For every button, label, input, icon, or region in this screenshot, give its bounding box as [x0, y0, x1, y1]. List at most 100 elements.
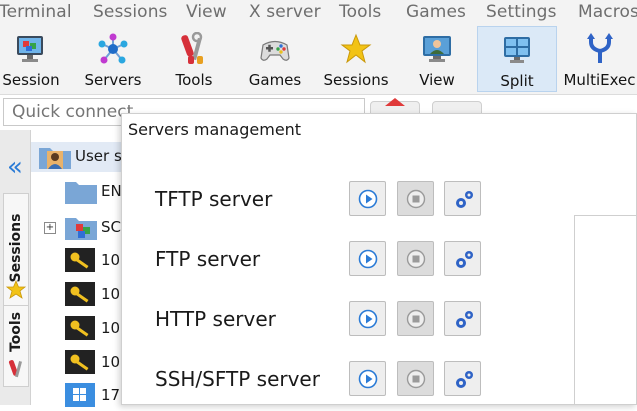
servers-button[interactable]: Servers: [82, 26, 144, 92]
sessions-button[interactable]: Sessions: [322, 26, 390, 92]
tree-item[interactable]: 17: [31, 381, 131, 411]
double-chevron-left-icon[interactable]: «: [0, 147, 30, 187]
server-name: FTP server: [155, 247, 261, 271]
tree-item-label: EN: [101, 182, 122, 200]
tree-item[interactable]: EN: [31, 177, 131, 207]
multiexec-button[interactable]: MultiExec: [562, 26, 637, 92]
server-settings-button[interactable]: [444, 241, 481, 276]
folder-icon: [65, 182, 97, 204]
tools-button-label: Tools: [175, 71, 213, 89]
servers-management-dialog: Servers management TFTP server FTP serve…: [121, 113, 637, 405]
server-settings-button[interactable]: [444, 181, 481, 216]
menu-settings[interactable]: Settings: [486, 2, 557, 22]
menu-bar: Terminal Sessions View X server Tools Ga…: [0, 0, 637, 26]
tools-icon: [8, 360, 23, 378]
user-folder-icon: [39, 148, 71, 169]
gears-icon: [456, 191, 473, 208]
view-button[interactable]: View: [408, 26, 466, 92]
servers-icon: [98, 33, 128, 64]
gears-icon: [456, 371, 473, 388]
gears-icon: [456, 311, 473, 328]
key-icon: [65, 316, 95, 340]
star-icon: [340, 33, 372, 64]
games-button-label: Games: [248, 71, 302, 89]
split-icon: [504, 37, 530, 63]
dialog-title: Servers management: [128, 120, 302, 139]
menu-terminal[interactable]: Terminal: [0, 2, 72, 22]
server-name: HTTP server: [155, 307, 276, 331]
play-icon: [358, 189, 378, 209]
server-row-ssh-sftp: SSH/SFTP server: [122, 361, 636, 399]
menu-tools[interactable]: Tools: [339, 2, 381, 22]
tree-item[interactable]: 10: [31, 246, 131, 276]
stop-server-button[interactable]: [397, 181, 434, 216]
tools-side-tab-label: Tools: [8, 311, 24, 352]
home-icon: [385, 98, 405, 106]
sessions-button-label: Sessions: [323, 71, 389, 89]
play-icon: [358, 249, 378, 269]
main-toolbar: Session Servers Tools Games Sessions Vie…: [0, 26, 637, 95]
stop-icon: [406, 309, 426, 329]
menu-x-server[interactable]: X server: [249, 2, 321, 22]
stop-icon: [406, 189, 426, 209]
stop-server-button[interactable]: [397, 361, 434, 396]
session-icon: [17, 36, 43, 62]
key-icon: [65, 282, 95, 306]
expand-toggle[interactable]: +: [44, 222, 56, 234]
sessions-side-tab-label: Sessions: [8, 213, 24, 283]
left-tab-strip: « Sessions Tools: [0, 130, 31, 405]
start-server-button[interactable]: [349, 301, 386, 336]
server-row-tftp: TFTP server: [122, 181, 636, 219]
tree-item-label: 17: [101, 386, 121, 404]
servers-button-label: Servers: [84, 71, 142, 89]
tools-icon: [181, 32, 203, 64]
server-name: SSH/SFTP server: [155, 367, 320, 391]
server-row-ftp: FTP server: [122, 241, 636, 279]
start-server-button[interactable]: [349, 361, 386, 396]
view-button-label: View: [419, 71, 455, 89]
key-icon: [65, 248, 95, 272]
games-button[interactable]: Games: [244, 26, 306, 92]
windows-icon: [65, 383, 95, 407]
play-icon: [358, 309, 378, 329]
split-button-label: Split: [500, 72, 534, 90]
split-button[interactable]: Split: [477, 26, 557, 92]
server-name: TFTP server: [155, 187, 273, 211]
tools-button[interactable]: Tools: [163, 26, 225, 92]
stop-server-button[interactable]: [397, 301, 434, 336]
tree-item-label: 10: [101, 285, 121, 303]
stop-icon: [406, 249, 426, 269]
tree-item-label: SC: [101, 218, 121, 236]
gears-icon: [456, 251, 473, 268]
stop-icon: [406, 369, 426, 389]
key-icon: [65, 350, 95, 374]
server-settings-button[interactable]: [444, 361, 481, 396]
folder-group-icon: [65, 218, 97, 240]
start-server-button[interactable]: [349, 241, 386, 276]
menu-view[interactable]: View: [186, 2, 227, 22]
tree-item[interactable]: 10: [31, 280, 131, 310]
server-detail-panel: [574, 215, 636, 404]
star-icon: [6, 280, 26, 299]
tree-item-label: 10: [101, 319, 121, 337]
menu-macros[interactable]: Macros: [578, 2, 637, 22]
tree-item[interactable]: + SC: [31, 213, 131, 243]
tree-item-label: 10: [101, 353, 121, 371]
multiexec-icon: [586, 33, 613, 63]
tree-item[interactable]: 10: [31, 348, 131, 378]
server-settings-button[interactable]: [444, 301, 481, 336]
play-icon: [358, 369, 378, 389]
tree-item-label: 10: [101, 251, 121, 269]
gamepad-icon: [260, 40, 290, 61]
stop-server-button[interactable]: [397, 241, 434, 276]
tree-item[interactable]: 10: [31, 314, 131, 344]
session-button-label: Session: [2, 71, 60, 89]
start-server-button[interactable]: [349, 181, 386, 216]
view-icon: [423, 36, 451, 62]
session-tree: User se EN + SC 10 10 10 10 17: [31, 130, 131, 407]
menu-sessions[interactable]: Sessions: [93, 2, 168, 22]
tools-side-tab[interactable]: Tools: [3, 305, 29, 387]
session-button[interactable]: Session: [0, 26, 62, 92]
menu-games[interactable]: Games: [406, 2, 466, 22]
tree-item[interactable]: User se: [31, 142, 131, 172]
